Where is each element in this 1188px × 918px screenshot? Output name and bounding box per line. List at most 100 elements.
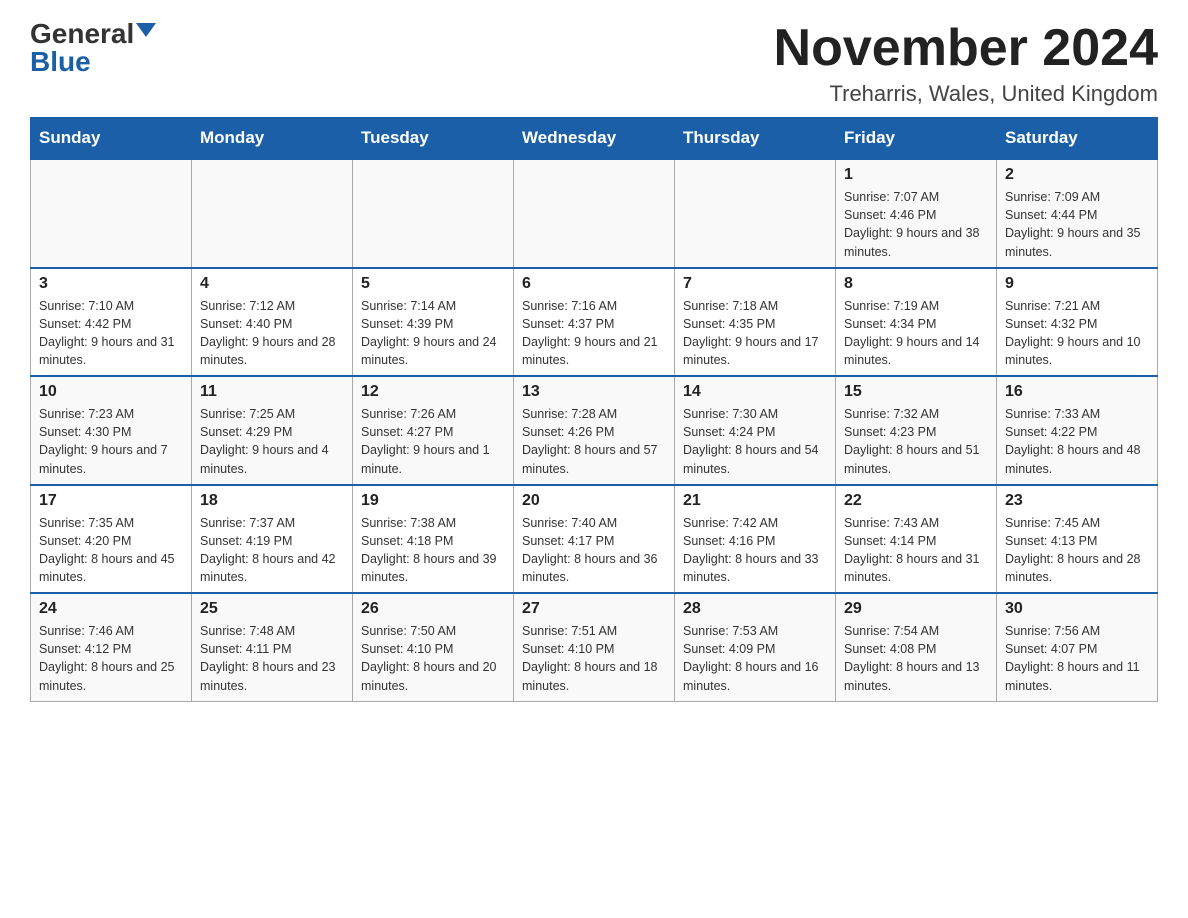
calendar-header-monday: Monday: [192, 118, 353, 160]
calendar-cell: 17 Sunrise: 7:35 AM Sunset: 4:20 PM Dayli…: [31, 485, 192, 594]
calendar-cell: 24 Sunrise: 7:46 AM Sunset: 4:12 PM Dayli…: [31, 593, 192, 701]
day-info: Sunrise: 7:56 AM Sunset: 4:07 PM Dayligh…: [1005, 622, 1149, 695]
calendar-cell: 3 Sunrise: 7:10 AM Sunset: 4:42 PM Daylig…: [31, 268, 192, 377]
day-info: Sunrise: 7:12 AM Sunset: 4:40 PM Dayligh…: [200, 297, 344, 370]
calendar-cell: 26Sunrise: 7:50 AM Sunset: 4:10 PM Dayli…: [353, 593, 514, 701]
day-number: 13: [522, 383, 666, 401]
day-info: Sunrise: 7:23 AM Sunset: 4:30 PM Dayligh…: [39, 405, 183, 478]
calendar-cell: 29Sunrise: 7:54 AM Sunset: 4:08 PM Dayli…: [836, 593, 997, 701]
calendar-week-row: 1 Sunrise: 7:07 AM Sunset: 4:46 PM Daylig…: [31, 159, 1158, 268]
day-number: 1: [844, 166, 988, 184]
calendar-week-row: 24 Sunrise: 7:46 AM Sunset: 4:12 PM Dayli…: [31, 593, 1158, 701]
day-info: Sunrise: 7:51 AM Sunset: 4:10 PM Dayligh…: [522, 622, 666, 695]
calendar-header-thursday: Thursday: [675, 118, 836, 160]
day-number: 14: [683, 383, 827, 401]
calendar-cell: 5Sunrise: 7:14 AM Sunset: 4:39 PM Daylig…: [353, 268, 514, 377]
day-number: 12: [361, 383, 505, 401]
day-info: Sunrise: 7:43 AM Sunset: 4:14 PM Dayligh…: [844, 514, 988, 587]
calendar-header-friday: Friday: [836, 118, 997, 160]
logo-general-text: General: [30, 20, 134, 48]
calendar-cell: 27Sunrise: 7:51 AM Sunset: 4:10 PM Dayli…: [514, 593, 675, 701]
calendar-cell: [675, 159, 836, 268]
calendar-cell: 12 Sunrise: 7:26 AM Sunset: 4:27 PM Dayli…: [353, 376, 514, 485]
day-info: Sunrise: 7:50 AM Sunset: 4:10 PM Dayligh…: [361, 622, 505, 695]
calendar-cell: 9 Sunrise: 7:21 AM Sunset: 4:32 PM Daylig…: [997, 268, 1158, 377]
day-info: Sunrise: 7:19 AM Sunset: 4:34 PM Dayligh…: [844, 297, 988, 370]
calendar-cell: 11 Sunrise: 7:25 AM Sunset: 4:29 PM Dayli…: [192, 376, 353, 485]
calendar-cell: 6Sunrise: 7:16 AM Sunset: 4:37 PM Daylig…: [514, 268, 675, 377]
day-info: Sunrise: 7:33 AM Sunset: 4:22 PM Dayligh…: [1005, 405, 1149, 478]
day-number: 24: [39, 600, 183, 618]
calendar-cell: [514, 159, 675, 268]
calendar-cell: 13 Sunrise: 7:28 AM Sunset: 4:26 PM Dayli…: [514, 376, 675, 485]
calendar-header-sunday: Sunday: [31, 118, 192, 160]
calendar-week-row: 3 Sunrise: 7:10 AM Sunset: 4:42 PM Daylig…: [31, 268, 1158, 377]
calendar-week-row: 17 Sunrise: 7:35 AM Sunset: 4:20 PM Dayli…: [31, 485, 1158, 594]
logo: General Blue: [30, 20, 156, 76]
calendar-header-tuesday: Tuesday: [353, 118, 514, 160]
calendar-week-row: 10 Sunrise: 7:23 AM Sunset: 4:30 PM Dayli…: [31, 376, 1158, 485]
day-number: 10: [39, 383, 183, 401]
title-block: November 2024 Treharris, Wales, United K…: [774, 20, 1158, 107]
day-number: 3: [39, 275, 183, 293]
day-number: 28: [683, 600, 827, 618]
day-info: Sunrise: 7:37 AM Sunset: 4:19 PM Dayligh…: [200, 514, 344, 587]
calendar-cell: 1 Sunrise: 7:07 AM Sunset: 4:46 PM Daylig…: [836, 159, 997, 268]
calendar-cell: 16 Sunrise: 7:33 AM Sunset: 4:22 PM Dayli…: [997, 376, 1158, 485]
day-info: Sunrise: 7:42 AM Sunset: 4:16 PM Dayligh…: [683, 514, 827, 587]
day-number: 20: [522, 492, 666, 510]
calendar-cell: 15 Sunrise: 7:32 AM Sunset: 4:23 PM Dayli…: [836, 376, 997, 485]
day-number: 30: [1005, 600, 1149, 618]
day-info: Sunrise: 7:40 AM Sunset: 4:17 PM Dayligh…: [522, 514, 666, 587]
day-number: 6: [522, 275, 666, 293]
day-number: 5: [361, 275, 505, 293]
day-number: 16: [1005, 383, 1149, 401]
day-number: 29: [844, 600, 988, 618]
calendar-cell: 21 Sunrise: 7:42 AM Sunset: 4:16 PM Dayli…: [675, 485, 836, 594]
calendar-cell: 2Sunrise: 7:09 AM Sunset: 4:44 PM Daylig…: [997, 159, 1158, 268]
logo-triangle-icon: [136, 23, 156, 37]
day-info: Sunrise: 7:32 AM Sunset: 4:23 PM Dayligh…: [844, 405, 988, 478]
calendar-header-wednesday: Wednesday: [514, 118, 675, 160]
day-number: 23: [1005, 492, 1149, 510]
day-info: Sunrise: 7:25 AM Sunset: 4:29 PM Dayligh…: [200, 405, 344, 478]
day-info: Sunrise: 7:28 AM Sunset: 4:26 PM Dayligh…: [522, 405, 666, 478]
day-info: Sunrise: 7:53 AM Sunset: 4:09 PM Dayligh…: [683, 622, 827, 695]
day-info: Sunrise: 7:45 AM Sunset: 4:13 PM Dayligh…: [1005, 514, 1149, 587]
day-number: 7: [683, 275, 827, 293]
calendar-cell: 30 Sunrise: 7:56 AM Sunset: 4:07 PM Dayli…: [997, 593, 1158, 701]
day-info: Sunrise: 7:35 AM Sunset: 4:20 PM Dayligh…: [39, 514, 183, 587]
location-subtitle: Treharris, Wales, United Kingdom: [774, 81, 1158, 107]
day-number: 17: [39, 492, 183, 510]
calendar-cell: [353, 159, 514, 268]
day-number: 2: [1005, 166, 1149, 184]
day-info: Sunrise: 7:10 AM Sunset: 4:42 PM Dayligh…: [39, 297, 183, 370]
calendar-cell: 10 Sunrise: 7:23 AM Sunset: 4:30 PM Dayli…: [31, 376, 192, 485]
calendar-header-saturday: Saturday: [997, 118, 1158, 160]
day-number: 15: [844, 383, 988, 401]
calendar-cell: 18 Sunrise: 7:37 AM Sunset: 4:19 PM Dayli…: [192, 485, 353, 594]
day-info: Sunrise: 7:26 AM Sunset: 4:27 PM Dayligh…: [361, 405, 505, 478]
day-info: Sunrise: 7:18 AM Sunset: 4:35 PM Dayligh…: [683, 297, 827, 370]
calendar-cell: [31, 159, 192, 268]
calendar-cell: 20 Sunrise: 7:40 AM Sunset: 4:17 PM Dayli…: [514, 485, 675, 594]
day-info: Sunrise: 7:46 AM Sunset: 4:12 PM Dayligh…: [39, 622, 183, 695]
calendar-cell: 7 Sunrise: 7:18 AM Sunset: 4:35 PM Daylig…: [675, 268, 836, 377]
calendar-header-row: SundayMondayTuesdayWednesdayThursdayFrid…: [31, 118, 1158, 160]
calendar-table: SundayMondayTuesdayWednesdayThursdayFrid…: [30, 117, 1158, 702]
calendar-cell: 23 Sunrise: 7:45 AM Sunset: 4:13 PM Dayli…: [997, 485, 1158, 594]
calendar-cell: 8 Sunrise: 7:19 AM Sunset: 4:34 PM Daylig…: [836, 268, 997, 377]
calendar-cell: [192, 159, 353, 268]
day-number: 11: [200, 383, 344, 401]
day-number: 21: [683, 492, 827, 510]
calendar-cell: 4Sunrise: 7:12 AM Sunset: 4:40 PM Daylig…: [192, 268, 353, 377]
day-info: Sunrise: 7:07 AM Sunset: 4:46 PM Dayligh…: [844, 188, 988, 261]
day-number: 9: [1005, 275, 1149, 293]
day-info: Sunrise: 7:48 AM Sunset: 4:11 PM Dayligh…: [200, 622, 344, 695]
day-number: 18: [200, 492, 344, 510]
calendar-cell: 28 Sunrise: 7:53 AM Sunset: 4:09 PM Dayli…: [675, 593, 836, 701]
day-info: Sunrise: 7:21 AM Sunset: 4:32 PM Dayligh…: [1005, 297, 1149, 370]
day-info: Sunrise: 7:30 AM Sunset: 4:24 PM Dayligh…: [683, 405, 827, 478]
calendar-cell: 19Sunrise: 7:38 AM Sunset: 4:18 PM Dayli…: [353, 485, 514, 594]
day-number: 8: [844, 275, 988, 293]
